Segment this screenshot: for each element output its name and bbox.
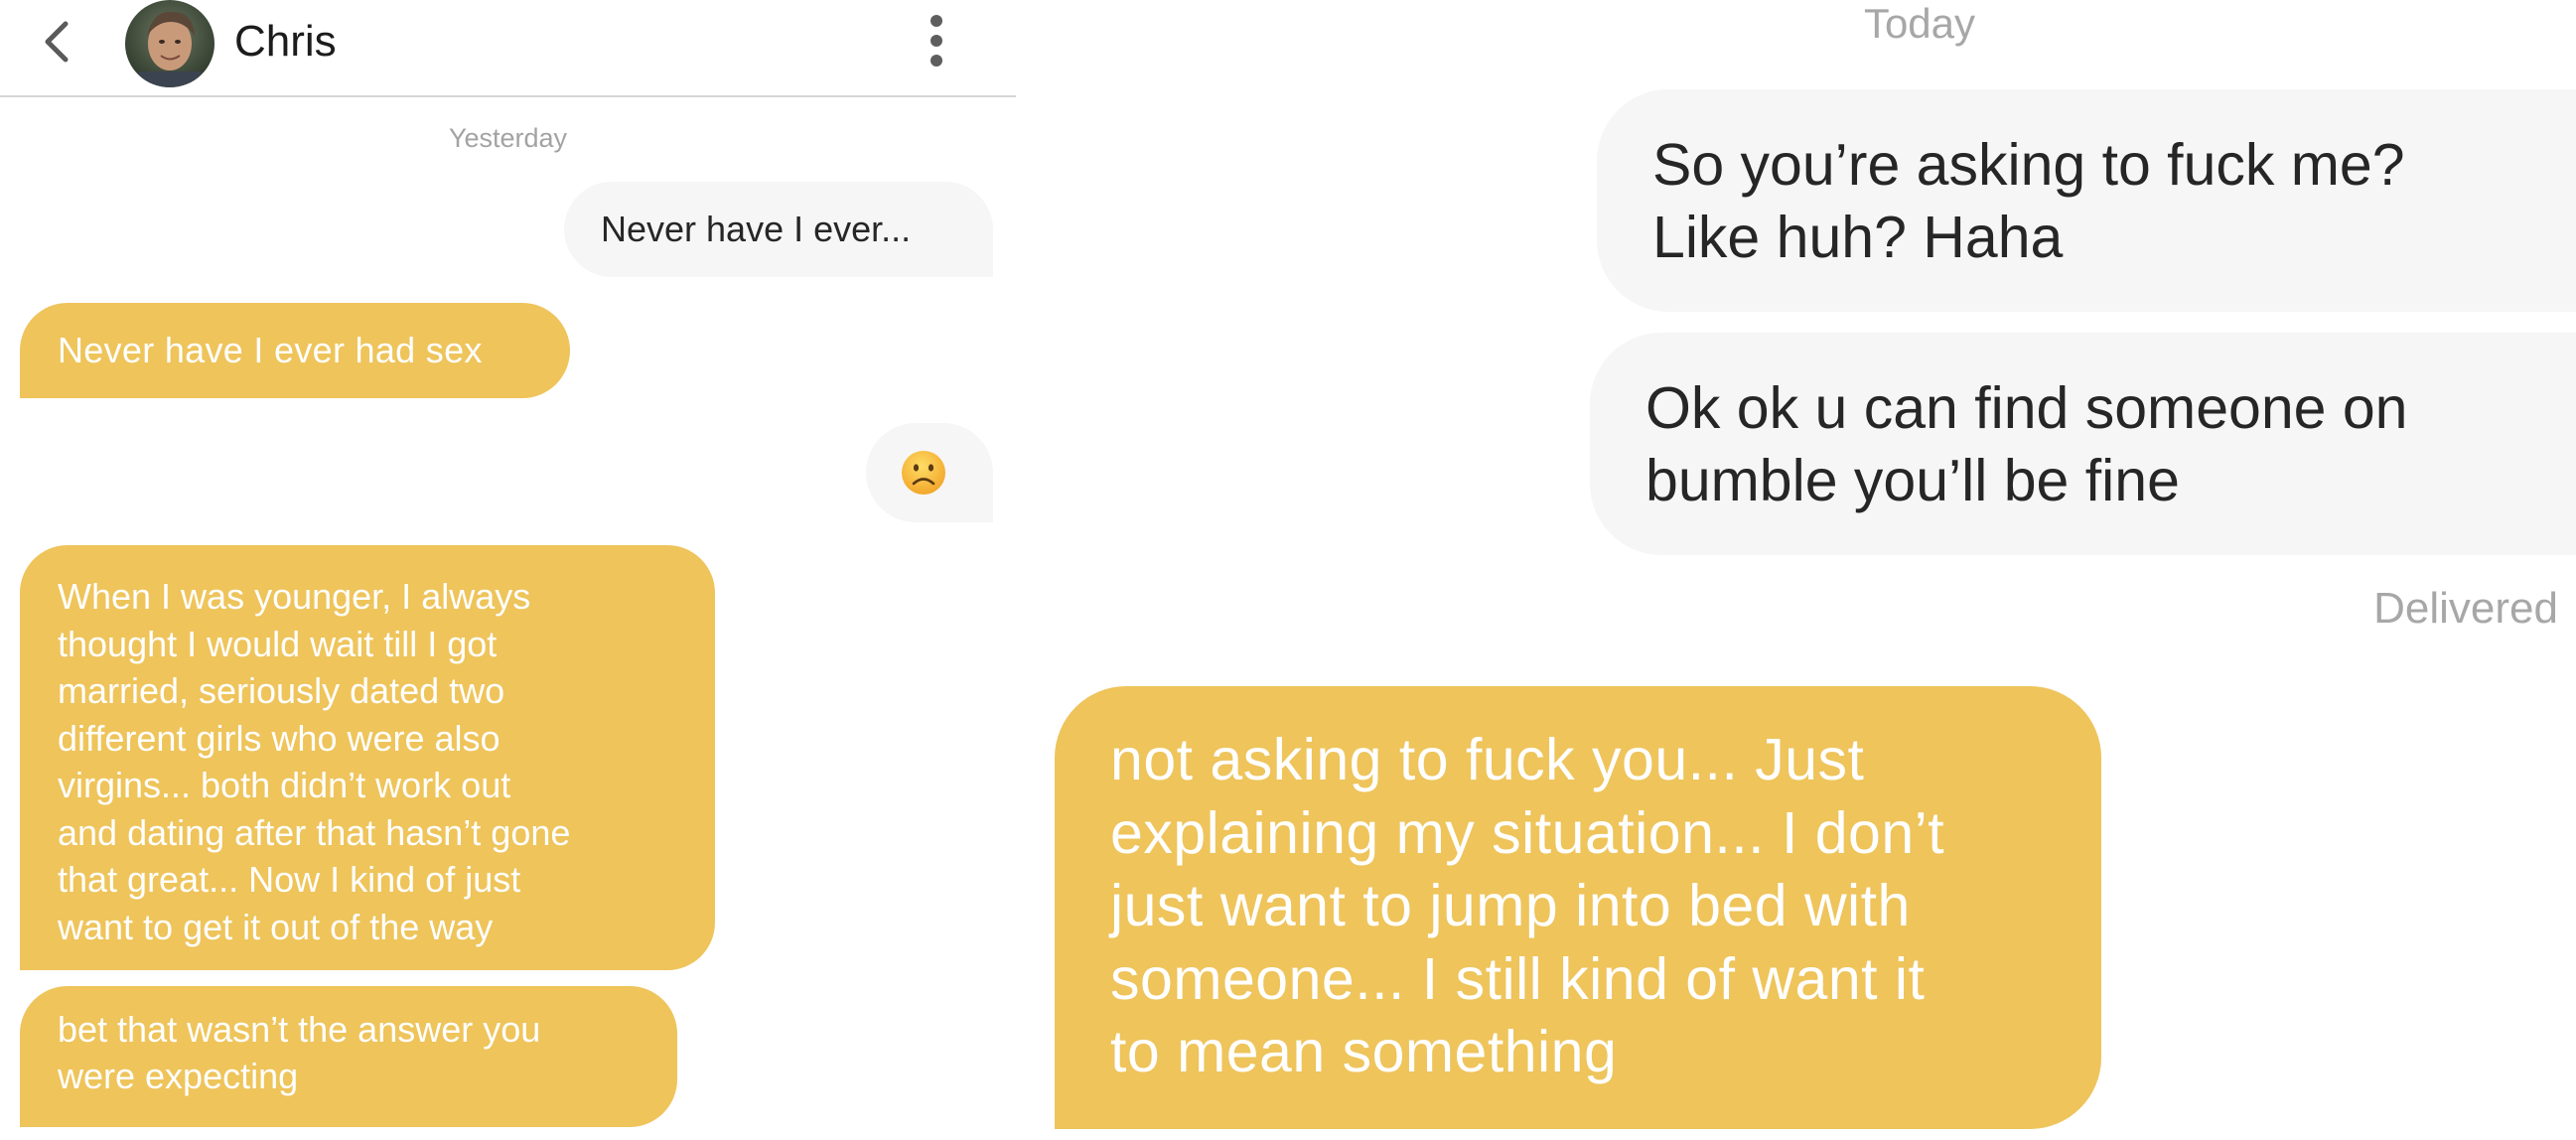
more-options-button[interactable] (922, 14, 951, 73)
chat-header: Chris (0, 0, 1016, 97)
message-bubble-incoming[interactable]: not asking to fuck you... Just explainin… (1055, 686, 2101, 1129)
back-button[interactable] (38, 20, 77, 64)
date-separator: Today (1863, 0, 1976, 47)
frowning-face-icon (902, 451, 945, 495)
message-bubble-outgoing-emoji[interactable] (866, 423, 993, 522)
right-chat-screen: Today So you’re asking to fuck me? Like … (1016, 0, 2576, 1140)
date-separator: Yesterday (448, 123, 568, 153)
message-bubble-incoming[interactable]: When I was younger, I always thought I w… (20, 545, 715, 970)
message-bubble-incoming[interactable]: Never have I ever had sex (20, 303, 570, 398)
message-bubble-outgoing[interactable]: So you’re asking to fuck me? Like huh? H… (1597, 89, 2576, 312)
kebab-menu-icon (930, 15, 942, 67)
left-chat-screen: Chris Yesterday Never have I ever... Nev… (0, 0, 1016, 1140)
message-bubble-outgoing[interactable]: Never have I ever... (564, 182, 993, 277)
message-bubble-incoming[interactable]: bet that wasn’t the answer you were expe… (20, 986, 677, 1127)
avatar[interactable] (125, 0, 215, 87)
chevron-left-icon (45, 21, 69, 63)
message-bubble-outgoing[interactable]: Ok ok u can find someone on bumble you’l… (1590, 333, 2576, 555)
delivery-status: Delivered (2373, 584, 2558, 633)
contact-name[interactable]: Chris (234, 20, 337, 64)
